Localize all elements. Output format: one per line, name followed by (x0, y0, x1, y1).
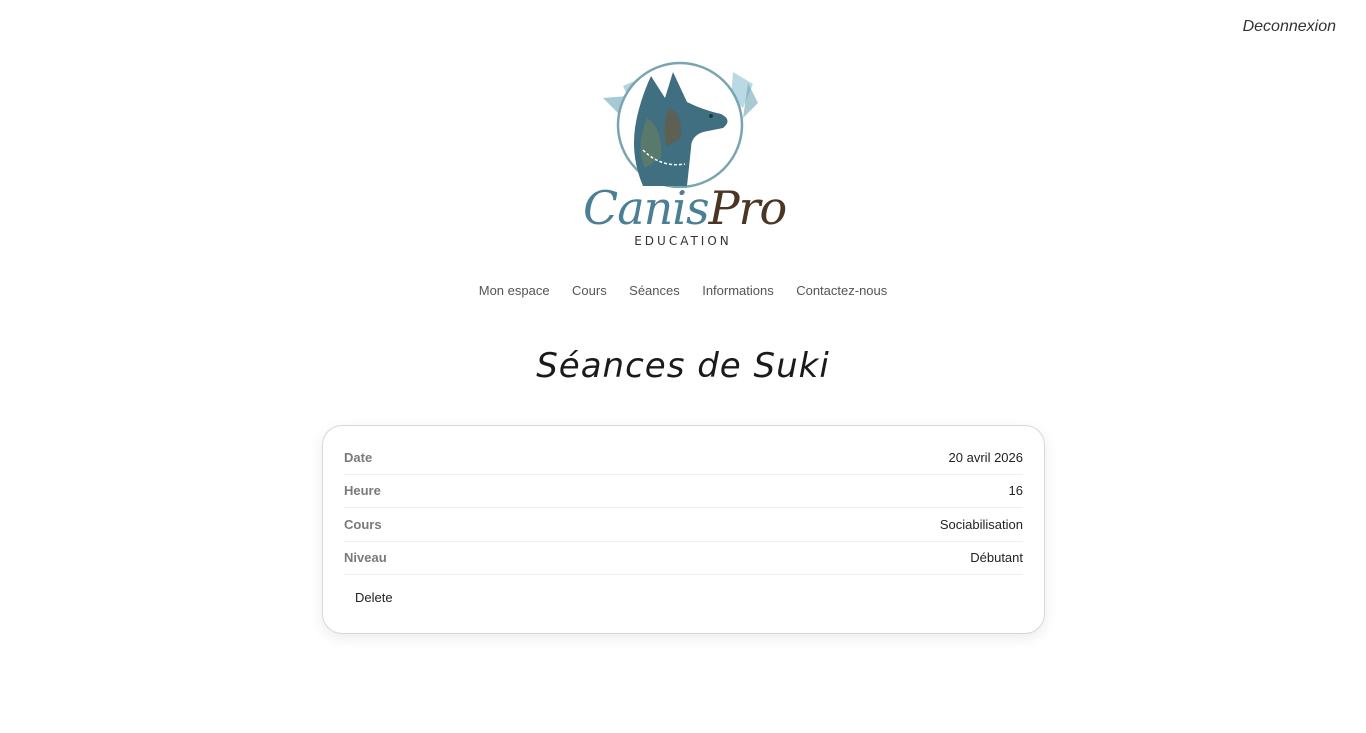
nav-item-contact[interactable]: Contactez-nous (796, 283, 887, 298)
session-row-niveau: Niveau Débutant (344, 542, 1023, 575)
row-label: Date (344, 449, 373, 465)
row-value: 20 avril 2026 (948, 449, 1023, 465)
brand-name-part2: Pro (708, 181, 788, 235)
nav-item-mon-espace[interactable]: Mon espace (479, 283, 550, 298)
brand-subtitle: EDUCATION (634, 234, 732, 248)
brand-wordmark: CanisPro EDUCATION (583, 180, 787, 248)
session-row-heure: Heure 16 (344, 475, 1023, 508)
session-card: Date 20 avril 2026 Heure 16 Cours Sociab… (322, 425, 1045, 634)
nav-item-cours[interactable]: Cours (572, 283, 607, 298)
row-value: Débutant (970, 550, 1023, 566)
row-label: Cours (344, 516, 382, 532)
row-value: Sociabilisation (939, 516, 1023, 532)
nav-item-informations[interactable]: Informations (702, 283, 774, 298)
session-row-date: Date 20 avril 2026 (344, 441, 1023, 475)
row-value: 16 (1008, 483, 1023, 499)
dog-logo-icon (603, 61, 758, 188)
logout-link[interactable]: Deconnexion (1243, 18, 1336, 36)
row-label: Heure (344, 483, 381, 499)
brand-name-part1: Canis (583, 181, 710, 235)
session-row-cours: Cours Sociabilisation (344, 508, 1023, 542)
delete-button[interactable]: Delete (355, 590, 393, 605)
row-label: Niveau (344, 550, 387, 566)
page-title: Séances de Suki (536, 346, 830, 386)
main-nav: Mon espace Cours Séances Informations Co… (0, 282, 1366, 300)
brand-name: CanisPro (583, 180, 787, 236)
nav-item-seances[interactable]: Séances (629, 283, 680, 298)
